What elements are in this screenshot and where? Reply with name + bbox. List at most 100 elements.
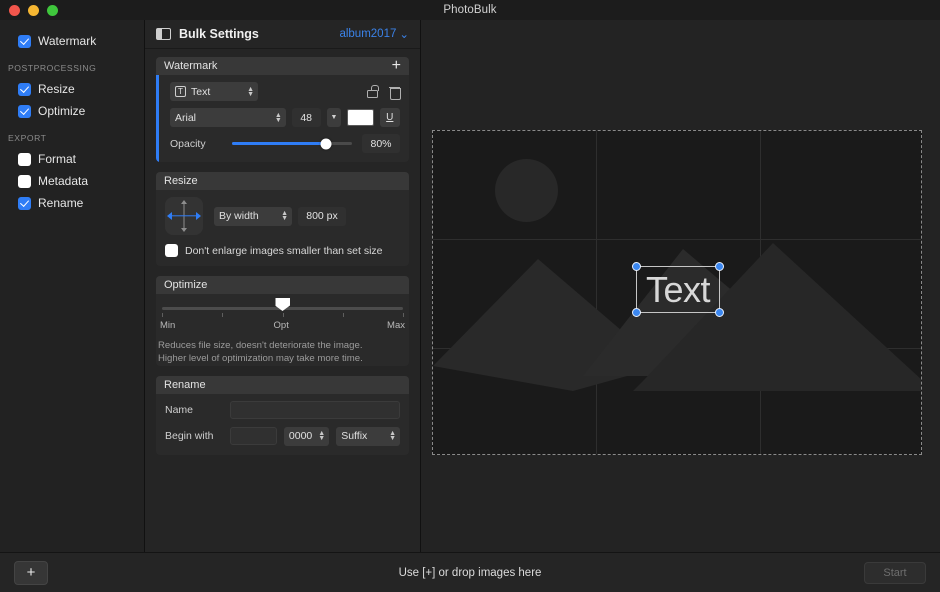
app-window: PhotoBulk Watermark POSTPROCESSING Resiz…: [0, 0, 940, 592]
checkbox-metadata[interactable]: [18, 175, 31, 188]
start-button[interactable]: Start: [864, 562, 926, 584]
minimize-window-button[interactable]: [28, 5, 39, 16]
panel-header-resize: Resize: [156, 172, 409, 190]
sidebar-item-label: Optimize: [38, 104, 85, 118]
text-color-swatch[interactable]: [347, 109, 373, 126]
stepper-arrows-icon: ▲▼: [383, 431, 396, 441]
resize-handle-bottom-right[interactable]: [715, 308, 724, 317]
rename-begin-row: Begin with 0000 ▲▼ Suffix ▲▼: [165, 427, 400, 446]
checkbox-no-enlarge[interactable]: [165, 244, 178, 257]
page-title: Bulk Settings: [179, 27, 259, 41]
watermark-type-value: Text: [191, 86, 210, 98]
panel-body-resize: By width ▲▼ 800 px Don't enlarge images …: [156, 190, 409, 266]
sidebar-item-rename[interactable]: Rename: [0, 192, 144, 214]
rename-position-select[interactable]: Suffix ▲▼: [336, 427, 400, 446]
sidebar-group-export: EXPORT Format Metadata Rename: [0, 124, 144, 214]
no-enlarge-row[interactable]: Don't enlarge images smaller than set si…: [165, 244, 400, 257]
sidebar-item-optimize[interactable]: Optimize: [0, 100, 144, 122]
stepper-arrows-icon: ▲▼: [269, 113, 282, 123]
watermark-type-row: T Text ▲▼: [170, 82, 400, 101]
watermark-item: T Text ▲▼: [165, 82, 400, 153]
resize-handle-bottom-left[interactable]: [632, 308, 641, 317]
watermark-opacity-row: Opacity 80%: [170, 134, 400, 153]
bottom-bar: + Use [+] or drop images here Start: [0, 552, 940, 592]
opacity-slider-knob[interactable]: [320, 138, 331, 149]
chevron-down-icon: ⌄: [399, 27, 409, 41]
underline-button[interactable]: U: [380, 108, 400, 127]
rename-name-input[interactable]: [230, 401, 400, 419]
optimize-max-label: Max: [387, 320, 405, 331]
resize-handle-top-right[interactable]: [715, 262, 724, 271]
opacity-value: 80%: [362, 134, 400, 153]
panel-title: Resize: [164, 175, 198, 187]
rename-name-label: Name: [165, 404, 223, 416]
title-bar: PhotoBulk: [0, 0, 940, 20]
optimize-opt-label: Opt: [274, 320, 289, 331]
checkbox-optimize[interactable]: [18, 105, 31, 118]
sidebar-item-metadata[interactable]: Metadata: [0, 170, 144, 192]
sidebar-section-postprocessing: POSTPROCESSING: [0, 54, 144, 78]
sidebar-item-watermark[interactable]: Watermark: [0, 30, 144, 52]
sidebar-section-export: EXPORT: [0, 124, 144, 148]
close-window-button[interactable]: [9, 5, 20, 16]
optimize-min-label: Min: [160, 320, 175, 331]
window-controls: [9, 5, 58, 16]
panel-title: Watermark: [164, 60, 217, 72]
preview-canvas[interactable]: Text: [421, 20, 940, 552]
panel-optimize: Optimize: [156, 276, 409, 366]
panel-header-rename: Rename: [156, 376, 409, 394]
rename-name-row: Name: [165, 401, 400, 419]
checkbox-rename[interactable]: [18, 197, 31, 210]
resize-handle-top-left[interactable]: [632, 262, 641, 271]
panel-body-rename: Name Begin with 0000 ▲▼ Suffix: [156, 394, 409, 455]
sidebar-item-label: Watermark: [38, 34, 96, 48]
sidebar-toggle-icon[interactable]: [156, 28, 171, 40]
add-images-button[interactable]: +: [14, 561, 48, 585]
resize-mode-row: By width ▲▼ 800 px: [165, 197, 400, 235]
opacity-slider[interactable]: [232, 142, 352, 145]
resize-dimension-icon: [165, 197, 203, 235]
trash-icon[interactable]: [389, 85, 400, 98]
sidebar-group-watermark: Watermark: [0, 30, 144, 52]
panel-watermark: Watermark + T Text ▲▼: [156, 57, 409, 162]
settings-header: Bulk Settings album2017 ⌄: [145, 20, 420, 49]
watermark-selection-box[interactable]: Text: [636, 266, 720, 313]
image-preview[interactable]: Text: [432, 130, 922, 455]
optimize-ticks: [162, 313, 403, 319]
opacity-label: Opacity: [170, 138, 222, 150]
sidebar-item-resize[interactable]: Resize: [0, 78, 144, 100]
sidebar: Watermark POSTPROCESSING Resize Optimize…: [0, 20, 145, 552]
sidebar-group-postprocessing: POSTPROCESSING Resize Optimize: [0, 54, 144, 122]
panel-body-watermark: T Text ▲▼: [156, 75, 409, 162]
album-selector[interactable]: album2017 ⌄: [339, 27, 409, 41]
sidebar-item-label: Format: [38, 152, 76, 166]
album-label: album2017: [339, 28, 396, 40]
rename-begin-input[interactable]: [230, 427, 277, 445]
sidebar-item-label: Resize: [38, 82, 75, 96]
resize-value-field[interactable]: 800 px: [298, 207, 346, 226]
checkbox-format[interactable]: [18, 153, 31, 166]
add-watermark-button[interactable]: +: [392, 58, 401, 74]
opacity-slider-fill: [232, 142, 326, 145]
sidebar-item-label: Rename: [38, 196, 83, 210]
resize-mode-select[interactable]: By width ▲▼: [214, 207, 292, 226]
font-size-chevron-down-icon[interactable]: ▼: [327, 108, 342, 127]
font-family-select[interactable]: Arial ▲▼: [170, 108, 286, 127]
optimize-slider[interactable]: [162, 307, 403, 310]
optimize-description: Reduces file size, doesn't deteriorate t…: [158, 340, 407, 366]
rename-counter-stepper[interactable]: 0000 ▲▼: [284, 427, 329, 446]
panel-header-optimize: Optimize: [156, 276, 409, 294]
font-size-field[interactable]: 48: [292, 108, 321, 127]
lock-icon[interactable]: [365, 85, 378, 98]
drop-hint-text: Use [+] or drop images here: [0, 567, 940, 579]
checkbox-watermark[interactable]: [18, 35, 31, 48]
watermark-type-select[interactable]: T Text ▲▼: [170, 82, 258, 101]
sidebar-item-format[interactable]: Format: [0, 148, 144, 170]
watermark-font-row: Arial ▲▼ 48 ▼ U: [170, 108, 400, 127]
maximize-window-button[interactable]: [47, 5, 58, 16]
no-enlarge-label: Don't enlarge images smaller than set si…: [185, 245, 383, 257]
rename-begin-label: Begin with: [165, 430, 223, 442]
text-type-icon: T: [175, 86, 186, 97]
optimize-slider-knob[interactable]: [275, 298, 290, 311]
checkbox-resize[interactable]: [18, 83, 31, 96]
